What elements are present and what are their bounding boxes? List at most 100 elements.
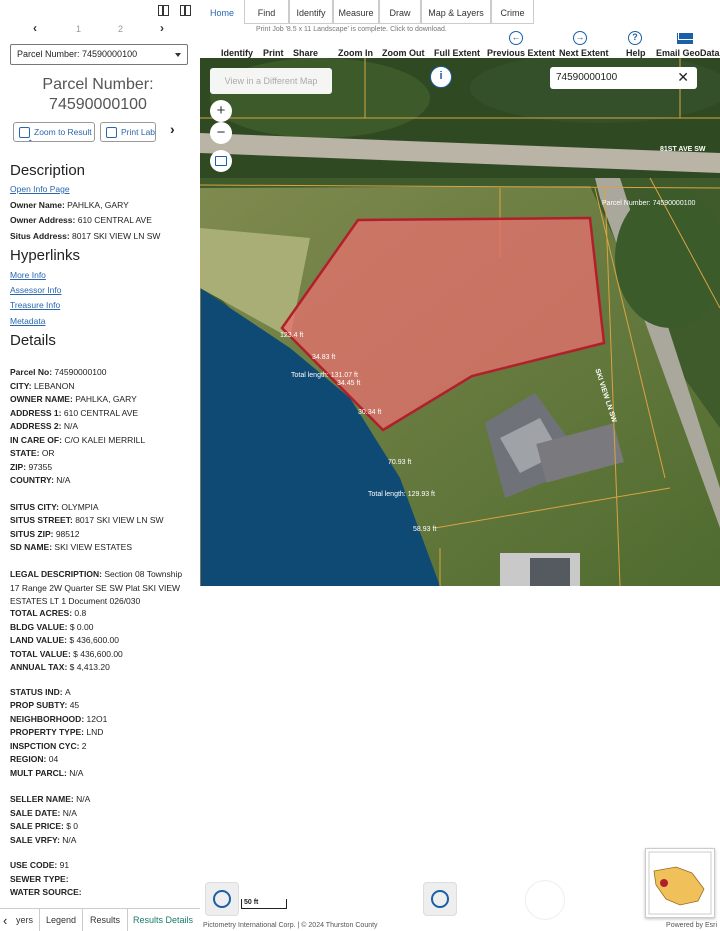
owner-name-row: Owner Name: PAHLKA, GARY <box>10 200 129 210</box>
detail-row: BLDG VALUE: $ 0.00 <box>10 621 94 632</box>
detail-row: CITY: LEBANON <box>10 381 75 391</box>
detail-value: 0.8 <box>74 608 87 618</box>
dimension-label: 123.4 ft <box>280 332 304 339</box>
tab-legend[interactable]: Legend <box>40 909 83 931</box>
detail-row: COUNTRY: N/A <box>10 475 71 485</box>
basemap-toggle-button[interactable] <box>205 882 239 916</box>
close-icon[interactable]: ✕ <box>677 69 689 86</box>
detail-value: 97355 <box>28 462 53 472</box>
left-panel: ‹ 1 2 › Parcel Number: 74590000100 Parce… <box>0 0 200 931</box>
previous-extent-icon[interactable]: ← <box>509 31 523 45</box>
detail-row: SD NAME: SKI VIEW ESTATES <box>10 542 133 552</box>
help-tool[interactable]: Help <box>626 48 646 58</box>
detail-value: $ 0 <box>66 821 79 831</box>
print-label-button[interactable]: Print Label <box>100 122 156 142</box>
zoom-in-tool[interactable]: Zoom In <box>338 48 373 58</box>
zoom-out-tool[interactable]: Zoom Out <box>382 48 425 58</box>
detail-row: ADDRESS 2: N/A <box>10 421 79 431</box>
more-actions-button[interactable]: › <box>170 121 175 137</box>
tab-results[interactable]: Results <box>83 909 128 931</box>
chevron-left-icon[interactable]: ‹ <box>3 913 7 928</box>
detail-value: $ 0.00 <box>69 621 94 632</box>
top-nav: Home Find Identify Measure Draw Map & La… <box>200 0 720 24</box>
detail-label: SITUS STREET <box>10 515 70 525</box>
detail-label: ZIP <box>10 462 24 472</box>
detail-label: REGION <box>10 754 44 764</box>
detail-row: REGION: 04 <box>10 754 59 764</box>
assessor-info-link[interactable]: Assessor Info <box>10 285 62 295</box>
tab-home[interactable]: Home <box>200 0 244 24</box>
detail-value: N/A <box>76 794 91 804</box>
map-view[interactable]: 81ST AVE SW Parcel Number: 74590000100 S… <box>200 58 720 586</box>
previous-extent-tool[interactable]: Previous Extent <box>487 48 555 58</box>
detail-value: LEBANON <box>33 381 75 391</box>
detail-label: SEWER TYPE <box>10 874 66 884</box>
identify-tool[interactable]: Identify <box>221 48 253 58</box>
tab-map-layers[interactable]: Map & Layers <box>421 0 491 24</box>
locate-button[interactable] <box>423 882 457 916</box>
detail-label: SALE VRFY <box>10 835 58 845</box>
zoom-out-button[interactable]: − <box>210 122 232 144</box>
overview-map[interactable] <box>645 848 715 918</box>
detail-label: NEIGHBORHOOD <box>10 714 82 724</box>
email-icon[interactable] <box>677 33 693 44</box>
detail-row: OWNER NAME: PAHLKA, GARY <box>10 394 137 404</box>
scale-bar: 50 ft <box>241 899 287 909</box>
detail-row: SALE DATE: N/A <box>10 808 77 818</box>
info-icon[interactable]: i <box>430 66 452 88</box>
dimension-label: 34.83 ft <box>312 354 336 361</box>
pager-prev-button[interactable]: ‹ <box>33 21 37 35</box>
detail-row: ANNUAL TAX: $ 4,413.20 <box>10 662 110 672</box>
detail-value: 2 <box>81 741 87 751</box>
treasure-info-link[interactable]: Treasure Info <box>10 300 60 310</box>
detail-label: MULT PARCL <box>10 768 64 778</box>
help-icon[interactable]: ? <box>628 31 642 45</box>
metadata-link[interactable]: Metadata <box>10 316 45 326</box>
tab-results-details[interactable]: Results Details <box>128 909 198 931</box>
detail-label: ANNUAL TAX <box>10 662 65 672</box>
share-tool[interactable]: Share <box>293 48 318 58</box>
detail-value: 610 CENTRAL AVE <box>63 408 139 418</box>
pager-page-1[interactable]: 1 <box>76 24 81 34</box>
detail-value: N/A <box>69 768 84 778</box>
tab-crime[interactable]: Crime <box>491 0 534 24</box>
detail-value: C/O KALEI MERRILL <box>64 435 146 445</box>
collapse-panel-icon[interactable] <box>158 5 169 16</box>
zoom-to-result-button[interactable]: Zoom to Result <box>13 122 95 142</box>
map-search-input[interactable]: 74590000100 ✕ <box>550 67 697 89</box>
pager-next-button[interactable]: › <box>160 21 164 35</box>
tab-layers[interactable]: yers <box>10 909 40 931</box>
tab-find[interactable]: Find <box>244 0 289 24</box>
detail-label: STATE <box>10 448 37 458</box>
compass-icon[interactable] <box>525 880 565 920</box>
detail-row: TOTAL VALUE: $ 436,600.00 <box>10 648 123 659</box>
parcel-select[interactable]: Parcel Number: 74590000100 <box>10 44 188 65</box>
tab-measure[interactable]: Measure <box>333 0 379 24</box>
detail-value: 74590000100 <box>54 367 107 377</box>
powered-by-esri[interactable]: Powered by Esri <box>666 922 717 929</box>
detail-value: 8017 SKI VIEW LN SW <box>75 515 164 525</box>
view-different-map-button[interactable]: View in a Different Map <box>210 68 332 94</box>
zoom-in-button[interactable]: + <box>210 100 232 122</box>
detail-label: OWNER NAME <box>10 394 70 404</box>
print-tool[interactable]: Print <box>263 48 284 58</box>
detail-row: SITUS ZIP: 98512 <box>10 529 80 539</box>
dock-panel-icon[interactable] <box>180 5 191 16</box>
next-extent-icon[interactable]: → <box>573 31 587 45</box>
map-search-value: 74590000100 <box>556 72 618 83</box>
zoom-to-result-label: Zoom to Result <box>34 127 92 137</box>
detail-label: PROP SUBTY <box>10 700 65 710</box>
dimension-label: 70.93 ft <box>388 459 412 466</box>
more-info-link[interactable]: More Info <box>10 270 46 280</box>
detail-value: N/A <box>62 835 77 845</box>
tab-draw[interactable]: Draw <box>379 0 421 24</box>
next-extent-tool[interactable]: Next Extent <box>559 48 609 58</box>
full-extent-tool[interactable]: Full Extent <box>434 48 480 58</box>
pager-page-2[interactable]: 2 <box>118 24 123 34</box>
bookmark-icon[interactable] <box>210 150 232 172</box>
email-geodata-tool[interactable]: Email GeoData <box>656 48 720 58</box>
tab-identify[interactable]: Identify <box>289 0 333 24</box>
detail-row: SEWER TYPE: <box>10 874 69 884</box>
legal-description: LEGAL DESCRIPTION: Section 08 Township 1… <box>10 569 183 606</box>
open-info-page-link[interactable]: Open Info Page <box>10 184 70 194</box>
